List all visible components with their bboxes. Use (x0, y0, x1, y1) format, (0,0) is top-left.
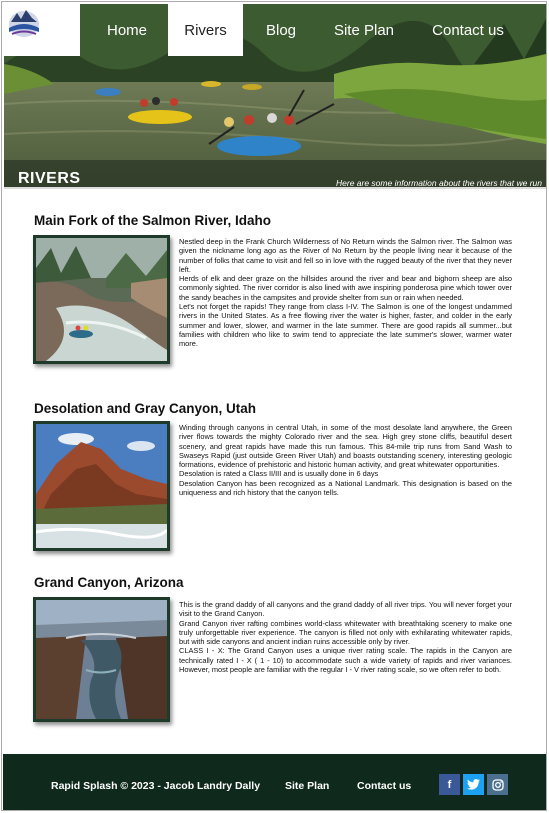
footer-link-contact-us[interactable]: Contact us (357, 780, 411, 792)
section-text-grand-canyon: This is the grand daddy of all canyons a… (179, 600, 512, 674)
footer-copyright: Rapid Splash © 2023 - Jacob Landry Dally (51, 780, 261, 792)
page: Home Rivers Blog Site Plan Contact us RI… (1, 1, 547, 811)
grand-canyon-photo-icon (36, 600, 167, 719)
canyon-river-photo-icon (36, 424, 167, 548)
hero-banner: Home Rivers Blog Site Plan Contact us RI… (4, 4, 546, 189)
salmon-river-image (33, 235, 170, 364)
paragraph: Nestled deep in the Frank Church Wildern… (179, 237, 512, 274)
hero-divider (4, 187, 546, 189)
section-text-salmon: Nestled deep in the Frank Church Wildern… (179, 237, 512, 349)
twitter-icon[interactable] (463, 774, 484, 795)
paragraph: Herds of elk and deer graze on the hills… (179, 274, 512, 302)
paragraph: Grand Canyon river rafting combines worl… (179, 618, 512, 647)
facebook-icon[interactable]: f (439, 774, 460, 795)
paragraph: Let's not forget the rapids! They range … (179, 302, 512, 349)
paragraph: Winding through canyons in central Utah,… (179, 423, 512, 470)
section-title-grand-canyon: Grand Canyon, Arizona (34, 575, 184, 590)
paragraph: Desolation Canyon has been recognized as… (179, 478, 512, 498)
footer-link-site-plan[interactable]: Site Plan (285, 780, 329, 792)
paragraph: CLASS I - X: The Grand Canyon uses a uni… (179, 646, 512, 675)
rapid-splash-logo-icon (9, 10, 39, 37)
nav-rivers[interactable]: Rivers (168, 4, 243, 56)
paragraph: Desolation is rated a Class II/III and i… (179, 469, 379, 479)
page-title: RIVERS (18, 170, 81, 187)
section-title-desolation: Desolation and Gray Canyon, Utah (34, 401, 257, 416)
instagram-icon[interactable] (487, 774, 508, 795)
nav-home[interactable]: Home (88, 4, 166, 56)
site-footer: Rapid Splash © 2023 - Jacob Landry Dally… (3, 754, 546, 810)
paragraph: This is the grand daddy of all canyons a… (179, 600, 512, 619)
nav-site-plan[interactable]: Site Plan (322, 4, 406, 56)
grand-canyon-image (33, 597, 170, 722)
site-logo[interactable] (4, 4, 80, 56)
desolation-canyon-image (33, 421, 170, 551)
section-title-salmon: Main Fork of the Salmon River, Idaho (34, 213, 272, 228)
section-text-desolation: Winding through canyons in central Utah,… (179, 423, 512, 497)
nav-contact-us[interactable]: Contact us (422, 4, 514, 56)
river-rafting-photo-icon (36, 238, 167, 361)
nav-blog[interactable]: Blog (245, 4, 317, 56)
